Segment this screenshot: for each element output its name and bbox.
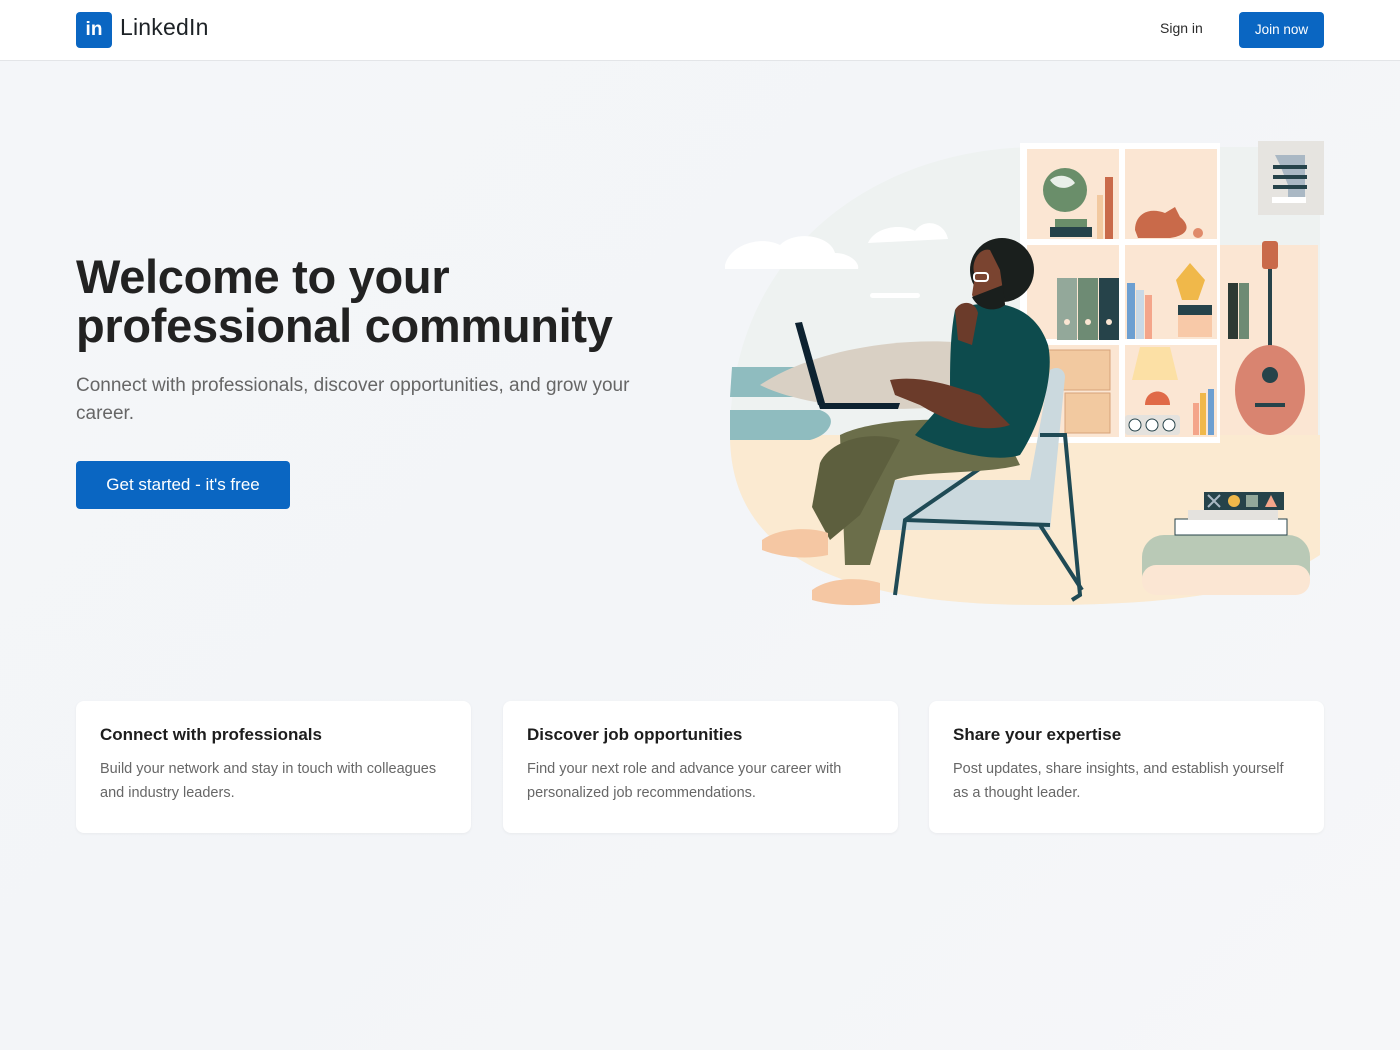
feature-card-title: Discover job opportunities	[527, 725, 743, 744]
linkedin-wordmark[interactable]: LinkedIn	[120, 14, 209, 41]
feature-card-body: Find your next role and advance your car…	[527, 761, 842, 801]
person-working-on-laptop-illustration	[725, 141, 1324, 606]
feature-card-connect: Connect with professionals Build your ne…	[76, 701, 471, 833]
feature-card-body: Post updates, share insights, and establ…	[953, 761, 1284, 801]
linkedin-logo-icon[interactable]: in	[76, 12, 112, 48]
feature-card-body: Build your network and stay in touch wit…	[100, 761, 437, 801]
feature-card-title: Share your expertise	[953, 725, 1122, 744]
sign-in-link[interactable]: Sign in	[1160, 20, 1203, 36]
feature-card-title: Connect with professionals	[100, 725, 322, 744]
top-nav: in LinkedIn Sign in Join now	[0, 0, 1400, 61]
hero-title: Welcome to your professional community	[76, 250, 613, 352]
get-started-button[interactable]: Get started - it's free	[76, 461, 290, 509]
join-now-button[interactable]: Join now	[1239, 12, 1324, 48]
hero-subtitle: Connect with professionals, discover opp…	[76, 375, 630, 424]
feature-card-expertise: Share your expertise Post updates, share…	[929, 701, 1324, 833]
feature-card-jobs: Discover job opportunities Find your nex…	[503, 701, 898, 833]
